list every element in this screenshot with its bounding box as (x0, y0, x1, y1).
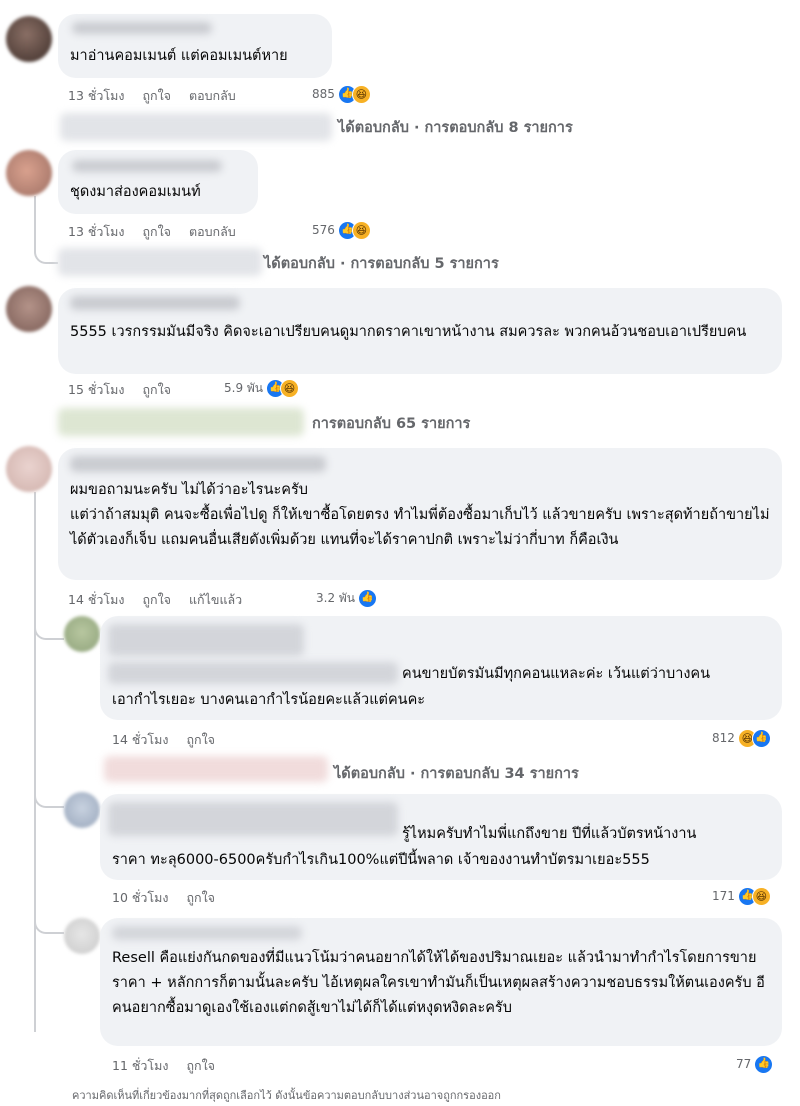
haha-icon: 😆 (751, 886, 771, 906)
comment-meta: 15 ชั่วโมง ถูกใจ (68, 380, 185, 400)
view-replies-link[interactable]: การตอบกลับ 65 รายการ (312, 412, 470, 435)
thread-line (34, 916, 64, 934)
comment-bubble: ชุดงมาส่องคอมเมนท์ (58, 150, 258, 214)
comment-text: 5555 เวรกรรมมันมีจริง คิดจะเอาเปรียบคนดู… (70, 324, 747, 340)
blurred-replier (60, 113, 332, 141)
reply-bubble: Resell คือแย่งกันกดของที่มีแนวโน้มว่าคนอ… (100, 918, 782, 1046)
blurred-text (108, 662, 398, 684)
avatar[interactable] (64, 918, 100, 954)
avatar[interactable] (6, 286, 52, 332)
avatar[interactable] (64, 792, 100, 828)
timestamp[interactable]: 11 ชั่วโมง (112, 1058, 168, 1073)
like-link[interactable]: ถูกใจ (142, 224, 171, 239)
like-link[interactable]: ถูกใจ (142, 592, 171, 607)
like-link[interactable]: ถูกใจ (142, 382, 171, 397)
reply-bubble: คนขายบัตรมันมีทุกคอนแหละค่ะ เว้นแต่ว่าบา… (100, 616, 782, 720)
haha-icon: 😆 (351, 220, 371, 240)
reaction-summary[interactable]: 171 👍 😆 (712, 886, 771, 906)
blurred-author-name (112, 926, 302, 940)
reaction-summary[interactable]: 576 👍 😆 (312, 220, 371, 240)
reply-meta: 11 ชั่วโมง ถูกใจ (112, 1056, 229, 1076)
reply-link[interactable]: ตอบกลับ (189, 88, 236, 103)
avatar[interactable] (6, 16, 52, 62)
timestamp[interactable]: 10 ชั่วโมง (112, 890, 168, 905)
blurred-author-name (72, 22, 212, 34)
view-replies-link[interactable]: ได้ตอบกลับ · การตอบกลับ 5 รายการ (264, 252, 499, 275)
reaction-summary[interactable]: 885 👍 😆 (312, 84, 371, 104)
blurred-replier (58, 248, 262, 276)
comment-meta: 13 ชั่วโมง ถูกใจ ตอบกลับ (68, 86, 250, 106)
blurred-replier (58, 408, 304, 436)
relevance-notice: ความคิดเห็นที่เกี่ยวข้องมากที่สุดถูกเลือ… (72, 1089, 501, 1102)
reaction-count: 77 (736, 1057, 752, 1071)
timestamp[interactable]: 14 ชั่วโมง (68, 592, 124, 607)
blurred-author-name (70, 456, 326, 472)
reaction-count: 885 (312, 87, 335, 101)
comment-bubble: ผมขอถามนะครับ ไม่ได้ว่าอะไรนะครับ แต่ว่า… (58, 448, 782, 580)
haha-icon: 😆 (280, 378, 300, 398)
timestamp[interactable]: 15 ชั่วโมง (68, 382, 124, 397)
comment-meta: 14 ชั่วโมง ถูกใจ แก้ไขแล้ว (68, 590, 256, 610)
reaction-count: 171 (712, 889, 735, 903)
reaction-count: 812 (712, 731, 735, 745)
thread-line (34, 622, 64, 640)
blurred-author-name (72, 160, 222, 172)
comment-bubble: 5555 เวรกรรมมันมีจริง คิดจะเอาเปรียบคนดู… (58, 288, 782, 374)
like-icon: 👍 (358, 588, 378, 608)
like-link[interactable]: ถูกใจ (186, 732, 215, 747)
like-icon: 👍 (754, 1054, 774, 1074)
comment-text: ชุดงมาส่องคอมเมนท์ (70, 184, 201, 200)
reaction-summary[interactable]: 5.9 พัน 👍 😆 (224, 378, 300, 398)
thread-line (34, 492, 36, 1032)
reply-text: Resell คือแย่งกันกดของที่มีแนวโน้มว่าคนอ… (112, 950, 765, 1016)
comment-text: ผมขอถามนะครับ ไม่ได้ว่าอะไรนะครับ แต่ว่า… (70, 482, 770, 548)
blurred-replier (104, 756, 328, 782)
view-replies-link[interactable]: ได้ตอบกลับ · การตอบกลับ 34 รายการ (334, 762, 579, 785)
avatar[interactable] (6, 150, 52, 196)
comment-text: มาอ่านคอมเมนต์ แต่คอมเมนต์หาย (70, 48, 288, 64)
reply-text: คนขายบัตรมันมีทุกคอนแหละค่ะ เว้นแต่ว่าบา… (402, 666, 711, 682)
like-link[interactable]: ถูกใจ (186, 1058, 215, 1073)
reply-text: รู้ไหมครับทำไมพี่แกถึงขาย ปีที่แล้วบัตรห… (402, 826, 697, 842)
thread-line (34, 790, 64, 808)
reply-meta: 10 ชั่วโมง ถูกใจ (112, 888, 229, 908)
reaction-summary[interactable]: 3.2 พัน 👍 (316, 588, 378, 608)
timestamp[interactable]: 13 ชั่วโมง (68, 88, 124, 103)
timestamp[interactable]: 13 ชั่วโมง (68, 224, 124, 239)
reaction-summary[interactable]: 77 👍 (736, 1054, 774, 1074)
avatar[interactable] (6, 446, 52, 492)
reply-meta: 14 ชั่วโมง ถูกใจ (112, 730, 229, 750)
thread-line (34, 240, 58, 264)
like-link[interactable]: ถูกใจ (186, 890, 215, 905)
reaction-count: 576 (312, 223, 335, 237)
reply-text: ราคา ทะลุ6000-6500ครับกำไรเกิน100%แต่ปีน… (112, 852, 650, 868)
comment-bubble: มาอ่านคอมเมนต์ แต่คอมเมนต์หาย (58, 14, 332, 78)
blurred-author-name (108, 624, 304, 656)
reaction-count: 3.2 พัน (316, 590, 356, 605)
reaction-count: 5.9 พัน (224, 380, 264, 395)
reaction-summary[interactable]: 812 😆 👍 (712, 728, 771, 748)
reply-link[interactable]: ตอบกลับ (189, 224, 236, 239)
view-replies-link[interactable]: ได้ตอบกลับ · การตอบกลับ 8 รายการ (338, 116, 573, 139)
timestamp[interactable]: 14 ชั่วโมง (112, 732, 168, 747)
reply-text: เอากำไรเยอะ บางคนเอากำไรน้อยคะแล้วแต่คนค… (112, 692, 426, 708)
like-link[interactable]: ถูกใจ (142, 88, 171, 103)
like-icon: 👍 (751, 728, 771, 748)
reply-bubble: รู้ไหมครับทำไมพี่แกถึงขาย ปีที่แล้วบัตรห… (100, 794, 782, 880)
blurred-author-name (108, 802, 398, 836)
edited-label: แก้ไขแล้ว (189, 592, 243, 607)
blurred-author-name (70, 296, 240, 310)
haha-icon: 😆 (351, 84, 371, 104)
comment-meta: 13 ชั่วโมง ถูกใจ ตอบกลับ (68, 222, 250, 242)
avatar[interactable] (64, 616, 100, 652)
